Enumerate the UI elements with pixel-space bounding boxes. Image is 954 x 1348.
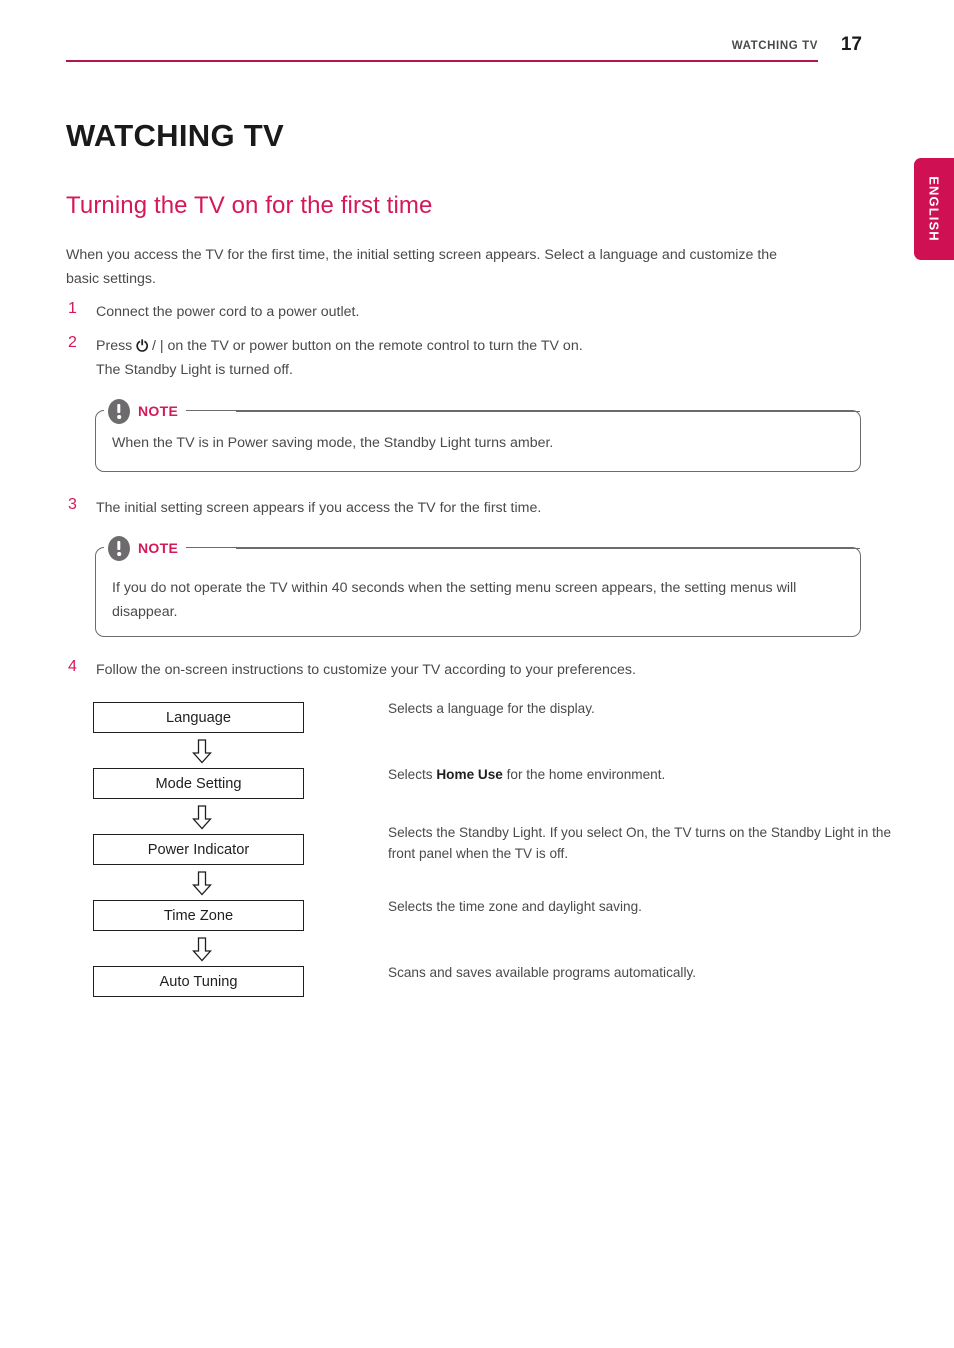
flow-box-time-zone[interactable]: Time Zone <box>93 900 304 931</box>
step-4: 4 Follow the on-screen instructions to c… <box>66 658 866 682</box>
note-1-label: NOTE <box>138 403 179 419</box>
step-2-text-after: / | on the TV or power button on the rem… <box>148 338 583 354</box>
language-tab: ENGLISH <box>914 158 954 260</box>
flow-desc-time-zone: Selects the time zone and daylight savin… <box>388 899 642 914</box>
note-box-1: NOTE When the TV is in Power saving mode… <box>95 398 861 472</box>
flow-desc-mode-after: for the home environment. <box>502 767 666 782</box>
flow-box-power-indicator[interactable]: Power Indicator <box>93 834 304 865</box>
header-divider <box>66 60 818 62</box>
flow-row-time-zone: Time Zone Selects the time zone and dayl… <box>93 899 893 933</box>
note-2-label: NOTE <box>138 540 179 556</box>
step-3-text: The initial setting screen appears if yo… <box>96 500 542 516</box>
step-4-number: 4 <box>68 658 77 675</box>
flow-row-language: Language Selects a language for the disp… <box>93 701 893 735</box>
flow-desc-mode-before: Selects <box>388 767 437 782</box>
setup-flow-diagram: Language Selects a language for the disp… <box>93 701 893 999</box>
flow-box-language[interactable]: Language <box>93 702 304 733</box>
section-title: Turning the TV on for the first time <box>66 192 433 219</box>
step-3-number: 3 <box>68 496 77 513</box>
step-3: 3 The initial setting screen appears if … <box>66 496 866 520</box>
step-2: 2 Press ⏻ / | on the TV or power button … <box>66 334 866 382</box>
step-4-text: Follow the on-screen instructions to cus… <box>96 662 636 678</box>
note-1-body: When the TV is in Power saving mode, the… <box>112 435 554 451</box>
down-arrow-icon <box>192 871 212 896</box>
page-header: WATCHING TV 17 <box>0 0 954 70</box>
page-number: 17 <box>840 34 862 55</box>
flow-box-mode-setting[interactable]: Mode Setting <box>93 768 304 799</box>
flow-desc-mode-setting: Selects Home Use for the home environmen… <box>388 764 918 785</box>
note-2-header: NOTE <box>104 535 187 561</box>
exclamation-circle-icon <box>108 398 130 424</box>
flow-row-mode-setting: Mode Setting Selects Home Use for the ho… <box>93 767 893 801</box>
language-tab-label: ENGLISH <box>926 176 942 242</box>
note-2-divider <box>236 548 860 549</box>
step-2-second-line: The Standby Light is turned off. <box>96 362 293 378</box>
header-chapter-label: WATCHING TV <box>731 40 818 52</box>
step-1: 1 Connect the power cord to a power outl… <box>66 300 866 324</box>
step-1-number: 1 <box>68 300 77 317</box>
flow-desc-mode-bold: Home Use <box>436 767 503 782</box>
chapter-title: WATCHING TV <box>66 118 284 153</box>
flow-desc-auto-tuning: Scans and saves available programs autom… <box>388 965 697 980</box>
note-2-body: If you do not operate the TV within 40 s… <box>112 580 797 620</box>
flow-desc-power-indicator: Selects the Standby Light. If you select… <box>388 825 892 861</box>
flow-row-power-indicator: Power Indicator Selects the Standby Ligh… <box>93 825 893 867</box>
step-1-text: Connect the power cord to a power outlet… <box>96 304 360 320</box>
down-arrow-icon <box>192 739 212 764</box>
power-icon: ⏻ <box>136 337 149 355</box>
exclamation-circle-icon <box>108 535 130 561</box>
intro-paragraph: When you access the TV for the first tim… <box>66 247 778 287</box>
note-1-divider <box>236 411 860 412</box>
note-1-header: NOTE <box>104 398 187 424</box>
step-2-number: 2 <box>68 334 77 351</box>
flow-row-auto-tuning: Auto Tuning Scans and saves available pr… <box>93 965 893 999</box>
flow-box-auto-tuning[interactable]: Auto Tuning <box>93 966 304 997</box>
down-arrow-icon <box>192 805 212 830</box>
down-arrow-icon <box>192 937 212 962</box>
step-2-text: Press ⏻ / | on the TV or power button on… <box>96 334 866 382</box>
note-box-2: NOTE If you do not operate the TV within… <box>95 535 861 637</box>
flow-desc-language: Selects a language for the display. <box>388 701 595 716</box>
step-2-text-before: Press <box>96 338 137 354</box>
